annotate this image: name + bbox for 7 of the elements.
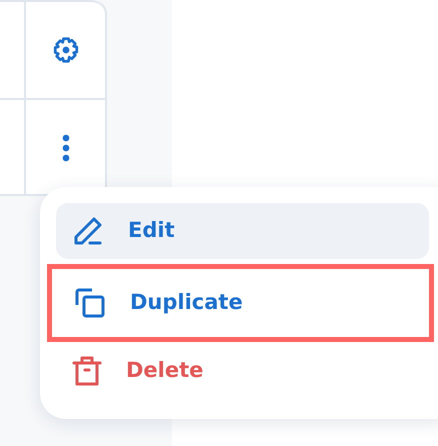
copy-icon — [74, 287, 106, 319]
menu-item[interactable]: Delete — [56, 343, 429, 399]
pencil-icon — [72, 215, 104, 247]
menu-item[interactable]: Edit — [56, 203, 429, 259]
menu-item[interactable]: Duplicate — [58, 275, 423, 331]
more-icon[interactable] — [62, 134, 70, 162]
trash-icon — [72, 355, 102, 387]
